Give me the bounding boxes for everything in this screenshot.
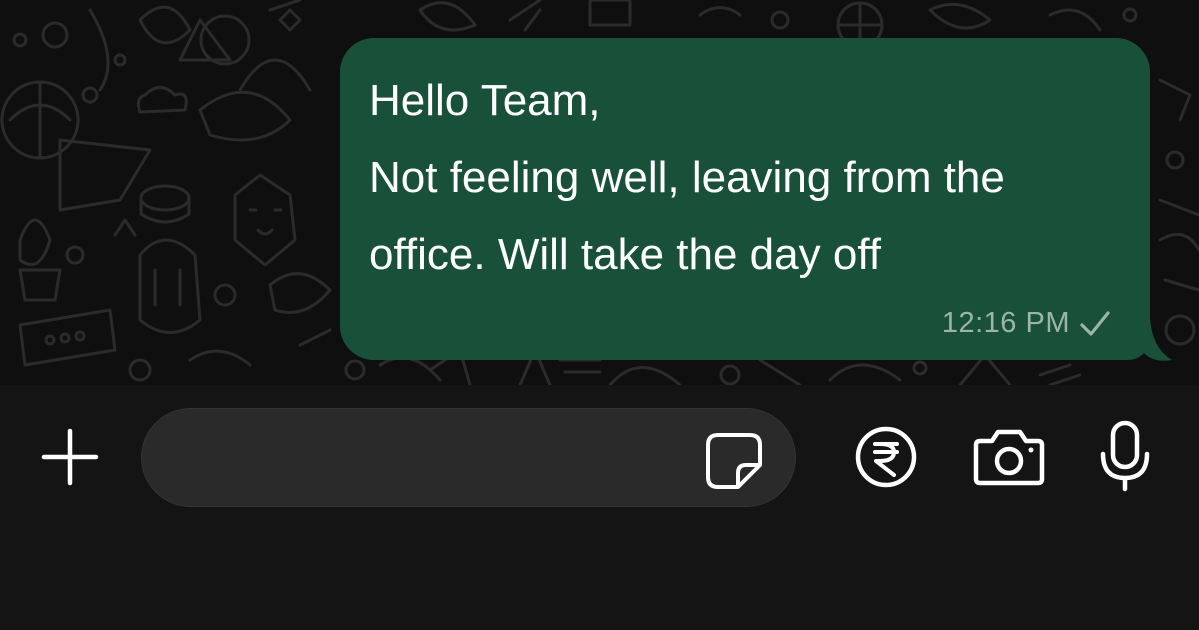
message-line: Not feeling well, leaving from the <box>369 153 1005 202</box>
check-icon <box>1080 310 1110 336</box>
message-line: office. Will take the day off <box>369 230 881 279</box>
message-bubble[interactable]: Hello Team, Not feeling well, leaving fr… <box>340 38 1150 360</box>
message-timestamp: 12:16 PM <box>941 307 1070 339</box>
camera-icon[interactable] <box>972 427 1046 487</box>
message-input-field[interactable] <box>141 408 796 507</box>
rupee-icon[interactable] <box>854 425 918 489</box>
message-line: Hello Team, <box>369 76 601 125</box>
message-meta: 12:16 PM <box>942 307 1112 340</box>
message-input[interactable] <box>172 437 696 481</box>
microphone-icon[interactable] <box>1098 420 1152 492</box>
sticker-icon[interactable] <box>704 431 764 491</box>
chat-area: Hello Team, Not feeling well, leaving fr… <box>0 0 1199 385</box>
plus-icon[interactable] <box>38 425 102 489</box>
